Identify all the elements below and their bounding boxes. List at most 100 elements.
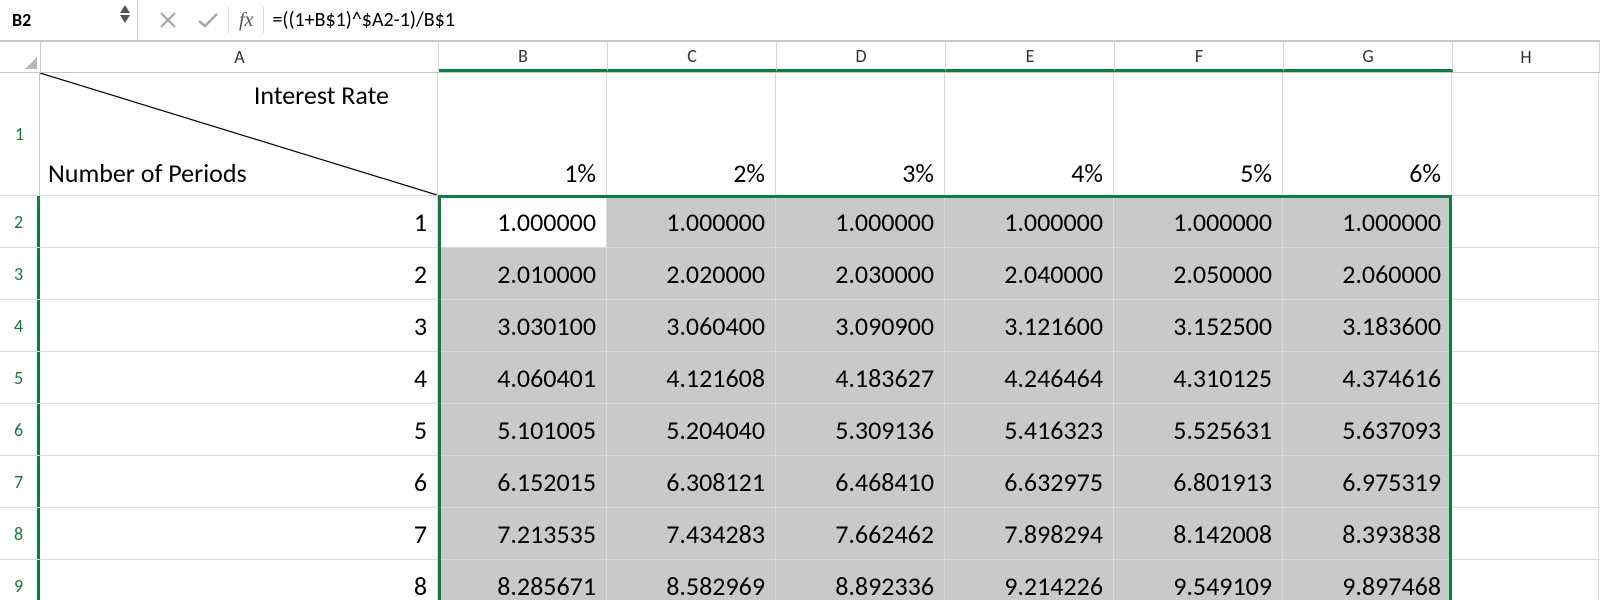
cell-C1[interactable]: 2%	[607, 73, 776, 195]
cell-H7[interactable]	[1452, 456, 1599, 507]
column-header-H[interactable]: H	[1453, 42, 1600, 72]
cell-F7[interactable]: 6.801913	[1114, 456, 1283, 507]
row-header-2[interactable]: 2	[0, 196, 40, 247]
cell-D1[interactable]: 3%	[776, 73, 945, 195]
cell-C5[interactable]: 4.121608	[607, 352, 776, 403]
row-header-3[interactable]: 3	[0, 248, 40, 299]
cell-E6[interactable]: 5.416323	[945, 404, 1114, 455]
column-header-B[interactable]: B	[439, 42, 608, 72]
cell-F3[interactable]: 2.050000	[1114, 248, 1283, 299]
cell-B9[interactable]: 8.285671	[438, 560, 607, 600]
cell-H4[interactable]	[1452, 300, 1599, 351]
name-box[interactable]: B2	[0, 0, 138, 40]
cell-G3[interactable]: 2.060000	[1283, 248, 1452, 299]
cell-F2[interactable]: 1.000000	[1114, 196, 1283, 247]
cell-D3[interactable]: 2.030000	[776, 248, 945, 299]
cell-D9[interactable]: 8.892336	[776, 560, 945, 600]
cell-A8[interactable]: 7	[40, 508, 438, 559]
cell-G8[interactable]: 8.393838	[1283, 508, 1452, 559]
row-header-9[interactable]: 9	[0, 560, 40, 600]
cell-E5[interactable]: 4.246464	[945, 352, 1114, 403]
cell-F8[interactable]: 8.142008	[1114, 508, 1283, 559]
cell-E2[interactable]: 1.000000	[945, 196, 1114, 247]
cell-G5[interactable]: 4.374616	[1283, 352, 1452, 403]
cell-G1[interactable]: 6%	[1283, 73, 1452, 195]
row-header-6[interactable]: 6	[0, 404, 40, 455]
cell-A9[interactable]: 8	[40, 560, 438, 600]
row-8: 8 7 7.213535 7.434283 7.662462 7.898294 …	[0, 508, 1600, 560]
row-9: 9 8 8.285671 8.582969 8.892336 9.214226 …	[0, 560, 1600, 600]
cell-G4[interactable]: 3.183600	[1283, 300, 1452, 351]
cell-F9[interactable]: 9.549109	[1114, 560, 1283, 600]
cell-D6[interactable]: 5.309136	[776, 404, 945, 455]
select-all-triangle[interactable]	[0, 42, 41, 72]
row-header-7[interactable]: 7	[0, 456, 40, 507]
cell-A4[interactable]: 3	[40, 300, 438, 351]
cell-C3[interactable]: 2.020000	[607, 248, 776, 299]
column-header-F[interactable]: F	[1115, 42, 1284, 72]
cell-H6[interactable]	[1452, 404, 1599, 455]
cell-C8[interactable]: 7.434283	[607, 508, 776, 559]
cell-F5[interactable]: 4.310125	[1114, 352, 1283, 403]
cell-E8[interactable]: 7.898294	[945, 508, 1114, 559]
cell-A3[interactable]: 2	[40, 248, 438, 299]
cancel-button[interactable]	[148, 0, 188, 40]
row-header-4[interactable]: 4	[0, 300, 40, 351]
column-header-A[interactable]: A	[41, 42, 439, 72]
cell-C7[interactable]: 6.308121	[607, 456, 776, 507]
cell-B6[interactable]: 5.101005	[438, 404, 607, 455]
cell-H2[interactable]	[1452, 196, 1599, 247]
cell-D2[interactable]: 1.000000	[776, 196, 945, 247]
cell-E1[interactable]: 4%	[945, 73, 1114, 195]
name-box-stepper[interactable]	[119, 4, 131, 24]
cell-E3[interactable]: 2.040000	[945, 248, 1114, 299]
cell-G9[interactable]: 9.897468	[1283, 560, 1452, 600]
cell-C9[interactable]: 8.582969	[607, 560, 776, 600]
cell-G2[interactable]: 1.000000	[1283, 196, 1452, 247]
cell-H5[interactable]	[1452, 352, 1599, 403]
cell-A6[interactable]: 5	[40, 404, 438, 455]
cell-G6[interactable]: 5.637093	[1283, 404, 1452, 455]
enter-button[interactable]	[188, 0, 228, 40]
cell-F1[interactable]: 5%	[1114, 73, 1283, 195]
cell-B1[interactable]: 1%	[438, 73, 607, 195]
cell-E7[interactable]: 6.632975	[945, 456, 1114, 507]
cell-C6[interactable]: 5.204040	[607, 404, 776, 455]
cell-D4[interactable]: 3.090900	[776, 300, 945, 351]
cell-B4[interactable]: 3.030100	[438, 300, 607, 351]
cell-G7[interactable]: 6.975319	[1283, 456, 1452, 507]
cell-H3[interactable]	[1452, 248, 1599, 299]
fx-label[interactable]: fx	[229, 9, 263, 32]
cell-A2[interactable]: 1	[40, 196, 438, 247]
cell-D7[interactable]: 6.468410	[776, 456, 945, 507]
row-3: 3 2 2.010000 2.020000 2.030000 2.040000 …	[0, 248, 1600, 300]
column-header-C[interactable]: C	[608, 42, 777, 72]
cell-A5[interactable]: 4	[40, 352, 438, 403]
cell-H1[interactable]	[1452, 73, 1599, 195]
row-header-5[interactable]: 5	[0, 352, 40, 403]
cell-B8[interactable]: 7.213535	[438, 508, 607, 559]
column-header-D[interactable]: D	[777, 42, 946, 72]
cell-D8[interactable]: 7.662462	[776, 508, 945, 559]
cell-H9[interactable]	[1452, 560, 1599, 600]
formula-input[interactable]: =((1+B$1)^$A2-1)/B$1	[264, 0, 1600, 40]
cell-B2[interactable]: 1.000000	[438, 196, 607, 247]
column-header-G[interactable]: G	[1284, 42, 1453, 72]
cell-F6[interactable]: 5.525631	[1114, 404, 1283, 455]
row-header-1[interactable]: 1	[0, 73, 40, 195]
cell-F4[interactable]: 3.152500	[1114, 300, 1283, 351]
row-header-8[interactable]: 8	[0, 508, 40, 559]
cell-H8[interactable]	[1452, 508, 1599, 559]
cell-E9[interactable]: 9.214226	[945, 560, 1114, 600]
cell-B3[interactable]: 2.010000	[438, 248, 607, 299]
column-header-E[interactable]: E	[946, 42, 1115, 72]
cell-C4[interactable]: 3.060400	[607, 300, 776, 351]
cell-E4[interactable]: 3.121600	[945, 300, 1114, 351]
cell-A1[interactable]: Interest Rate Number of Periods	[40, 73, 438, 195]
cell-D5[interactable]: 4.183627	[776, 352, 945, 403]
cell-A7[interactable]: 6	[40, 456, 438, 507]
cell-B7[interactable]: 6.152015	[438, 456, 607, 507]
cell-B5[interactable]: 4.060401	[438, 352, 607, 403]
cell-C2[interactable]: 1.000000	[607, 196, 776, 247]
check-icon	[197, 12, 219, 28]
